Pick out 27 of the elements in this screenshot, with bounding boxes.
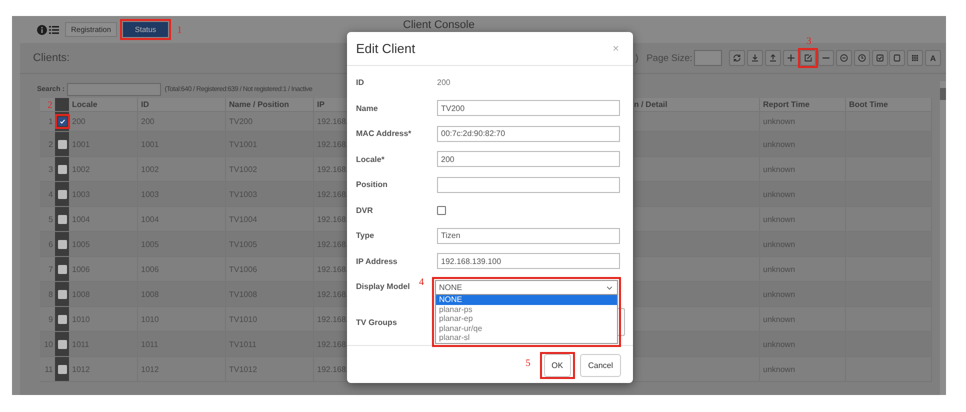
field-label: Display Model xyxy=(356,282,411,292)
column-header: Report Time xyxy=(760,98,846,112)
select-value: NONE xyxy=(439,283,462,292)
text-fragment: ) xyxy=(635,52,638,64)
column-header: ID xyxy=(138,98,226,112)
window-title: Client Console xyxy=(403,20,475,31)
panel-title: Clients: xyxy=(33,52,71,64)
column-header: Locale xyxy=(69,98,138,112)
callout-number: 5 xyxy=(526,359,531,369)
callout-number: 3 xyxy=(806,37,812,47)
field-value: 200 xyxy=(437,78,450,88)
column-header: n / Detail xyxy=(634,98,760,112)
field-label: Name xyxy=(356,104,379,113)
column-header: Name / Position xyxy=(226,98,314,112)
callout-number: 2 xyxy=(48,101,52,111)
field-label: TV Groups xyxy=(356,318,398,326)
page-size-label: Page Size: xyxy=(646,52,692,64)
field-label: Locale* xyxy=(356,154,386,164)
column-header: Boot Time xyxy=(846,98,932,112)
dialog-title: Edit Client xyxy=(356,41,416,56)
field-label: ID xyxy=(356,78,365,88)
field-label: Position xyxy=(356,180,389,190)
field-label: Type xyxy=(356,231,376,240)
field-label: DVR xyxy=(356,206,374,215)
callout-number: 1 xyxy=(177,26,182,36)
field-label: IP Address xyxy=(356,256,398,266)
field-label: MAC Address* xyxy=(356,129,412,138)
